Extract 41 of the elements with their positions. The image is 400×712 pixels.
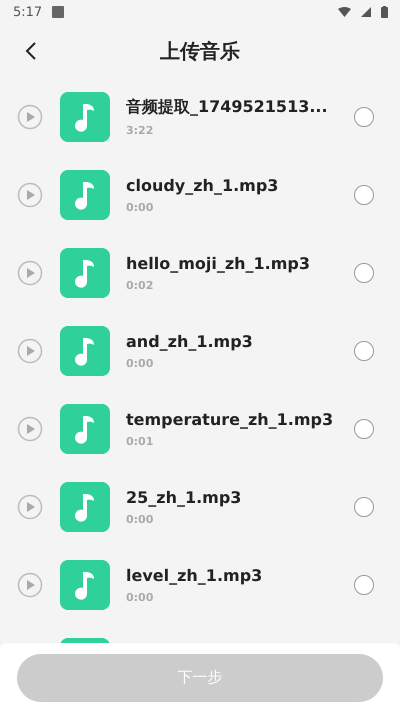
music-note-icon bbox=[74, 101, 96, 133]
music-note-icon bbox=[74, 491, 96, 523]
select-radio[interactable] bbox=[354, 263, 374, 283]
music-note-icon bbox=[74, 413, 96, 445]
music-note-icon bbox=[74, 335, 96, 367]
page-title: 上传音乐 bbox=[160, 38, 240, 64]
play-button[interactable] bbox=[17, 572, 43, 598]
track-duration: 0:00 bbox=[126, 201, 154, 214]
play-button[interactable] bbox=[17, 182, 43, 208]
signal-icon bbox=[361, 7, 371, 17]
music-note-icon bbox=[74, 179, 96, 211]
select-radio[interactable] bbox=[354, 419, 374, 439]
wifi-icon bbox=[338, 7, 351, 17]
select-radio[interactable] bbox=[354, 341, 374, 361]
track-name: 25_zh_1.mp3 bbox=[126, 488, 242, 507]
track-duration: 0:00 bbox=[126, 357, 154, 370]
notification-icon bbox=[52, 6, 64, 18]
track-duration: 3:22 bbox=[126, 124, 154, 137]
track-name: 音频提取_1749521513... bbox=[126, 97, 329, 118]
select-radio[interactable] bbox=[354, 575, 374, 595]
battery-icon bbox=[381, 6, 388, 18]
track-name: and_zh_1.mp3 bbox=[126, 332, 254, 351]
play-button[interactable] bbox=[17, 104, 43, 130]
track-duration: 0:02 bbox=[126, 279, 154, 292]
status-time: 5:17 bbox=[13, 4, 42, 20]
play-button[interactable] bbox=[17, 416, 43, 442]
track-name: hello_moji_zh_1.mp3 bbox=[126, 254, 312, 273]
track-name: level_zh_1.mp3 bbox=[126, 566, 264, 585]
track-duration: 0:00 bbox=[126, 513, 154, 526]
track-name: cloudy_zh_1.mp3 bbox=[126, 176, 280, 195]
select-radio[interactable] bbox=[354, 107, 374, 127]
music-note-icon bbox=[74, 569, 96, 601]
select-radio[interactable] bbox=[354, 497, 374, 517]
track-name: temperature_zh_1.mp3 bbox=[126, 410, 334, 429]
track-duration: 0:00 bbox=[126, 591, 154, 604]
play-button[interactable] bbox=[17, 260, 43, 286]
music-note-icon bbox=[74, 257, 96, 289]
track-duration: 0:01 bbox=[126, 435, 154, 448]
play-button[interactable] bbox=[17, 494, 43, 520]
play-button[interactable] bbox=[17, 338, 43, 364]
select-radio[interactable] bbox=[354, 185, 374, 205]
